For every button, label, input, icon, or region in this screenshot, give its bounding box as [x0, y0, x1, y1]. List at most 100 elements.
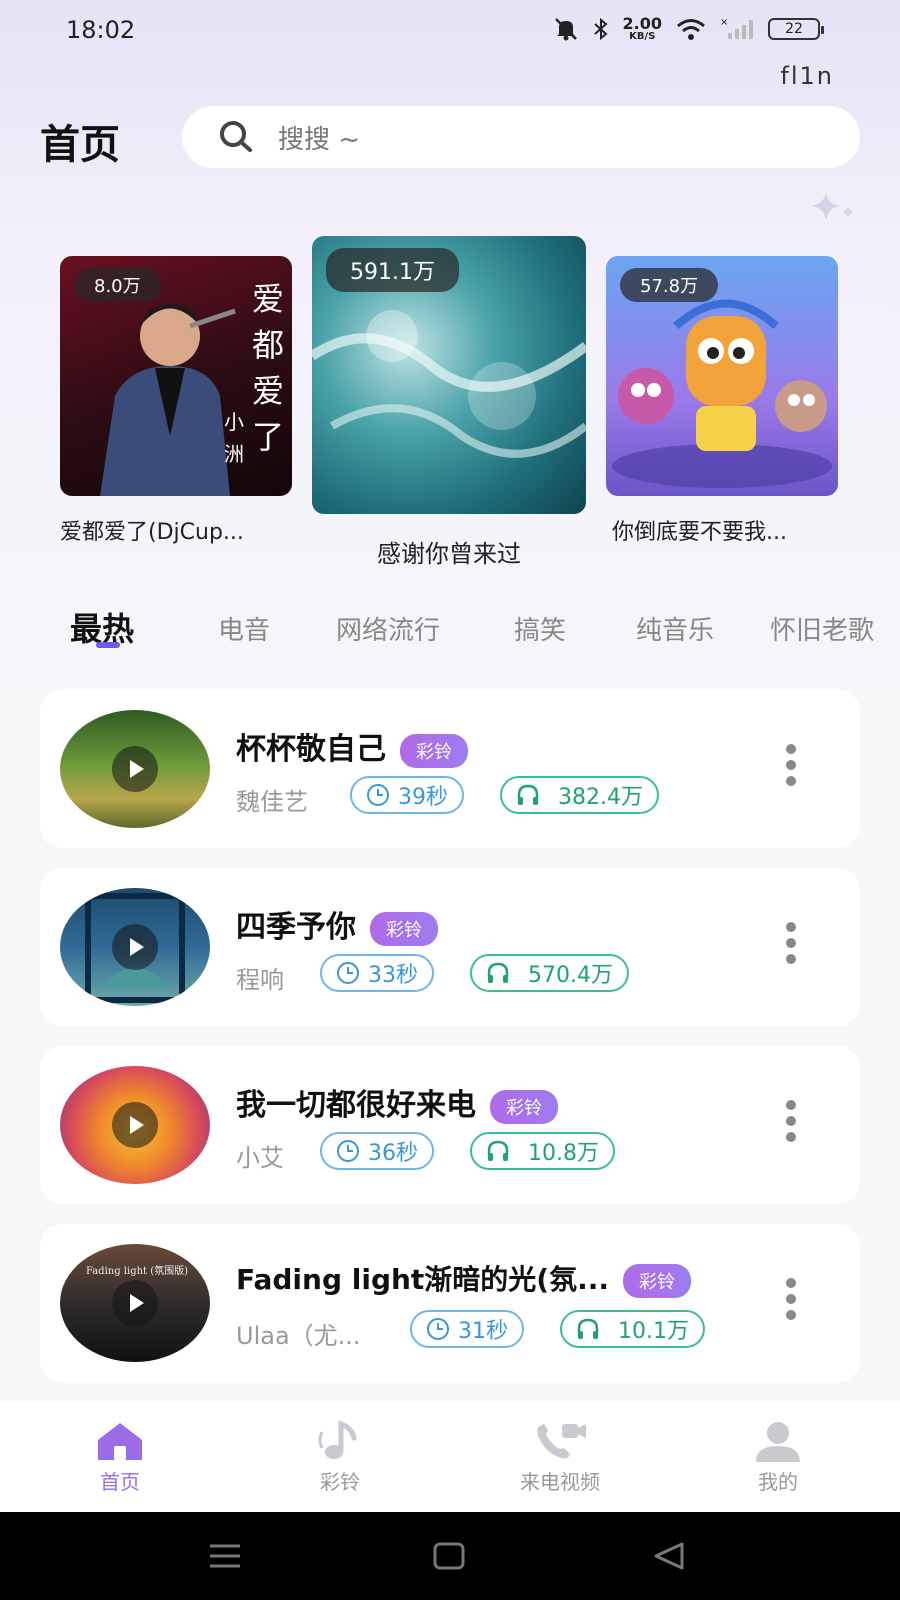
banner-3-title[interactable]: 你倒底要不要我...	[612, 514, 852, 546]
song-3-artist: 小艾	[236, 1144, 284, 1172]
play-icon[interactable]	[112, 746, 158, 792]
battery-indicator: 22	[768, 18, 824, 40]
headphones-icon	[487, 1140, 509, 1161]
tab-funny[interactable]: 搞笑	[514, 610, 566, 647]
nav-home[interactable]: 首页	[60, 1420, 180, 1495]
sparkle-icon[interactable]	[806, 188, 860, 228]
status-time: 18:02	[66, 16, 136, 44]
nav-mine-label: 我的	[758, 1470, 798, 1494]
song-3-title: 我一切都很好来电 彩铃	[236, 1080, 558, 1124]
tab-oldies[interactable]: 怀旧老歌	[770, 610, 874, 647]
tab-electronic[interactable]: 电音	[218, 610, 270, 647]
song-1-cover[interactable]	[60, 710, 210, 828]
banner-2-plays-badge: 591.1万	[326, 248, 459, 292]
song-item-4[interactable]: Fading light (氛围版) Fading light渐暗的光(氛...…	[40, 1224, 860, 1382]
ringtone-tag: 彩铃	[623, 1264, 692, 1298]
ringtone-tag: 彩铃	[400, 733, 468, 768]
category-tabs: 最热 电音 网络流行 搞笑 纯音乐 怀旧老歌	[0, 600, 900, 660]
song-3-title-text: 我一切都很好来电	[236, 1088, 476, 1123]
song-3-plays-text: 10.8万	[528, 1141, 599, 1166]
song-2-plays: 570.4万	[470, 954, 629, 992]
headphones-icon	[577, 1318, 599, 1339]
search-bar[interactable]: 搜搜 ~	[182, 106, 860, 168]
nav-ringtone-label: 彩铃	[320, 1470, 360, 1494]
more-icon[interactable]	[786, 744, 798, 796]
song-3-cover[interactable]	[60, 1066, 210, 1184]
system-nav-bar	[0, 1512, 900, 1600]
banner-card-1[interactable]: 爱都爱了 小洲 8.0万	[60, 256, 292, 496]
svg-text:×: ×	[720, 17, 728, 28]
song-4-duration: 31秒	[410, 1310, 524, 1348]
song-1-artist: 魏佳艺	[236, 788, 308, 816]
ringtone-tag: 彩铃	[490, 1089, 558, 1124]
song-2-title: 四季予你 彩铃	[236, 902, 438, 946]
play-icon[interactable]	[112, 1102, 158, 1148]
song-4-title-text: Fading light渐暗的光(氛...	[236, 1263, 610, 1296]
home-icon	[98, 1423, 142, 1460]
nav-call-video-label: 来电视频	[520, 1470, 600, 1494]
search-placeholder: 搜搜 ~	[278, 124, 361, 155]
clock-icon	[427, 1318, 449, 1340]
nav-mine[interactable]: 我的	[718, 1420, 838, 1495]
bottom-nav: 首页 彩铃 来电视频 我的	[0, 1402, 900, 1512]
song-4-title: Fading light渐暗的光(氛... 彩铃	[236, 1258, 692, 1298]
song-2-artist: 程响	[236, 966, 284, 994]
song-2-cover[interactable]	[60, 888, 210, 1006]
song-item-3[interactable]: 我一切都很好来电 彩铃 小艾 36秒 10.8万	[40, 1046, 860, 1204]
song-item-1[interactable]: 杯杯敬自己 彩铃 魏佳艺 39秒 382.4万	[40, 690, 860, 848]
more-icon[interactable]	[786, 922, 798, 974]
wifi-icon	[677, 19, 705, 40]
home-button-icon[interactable]	[432, 1540, 466, 1572]
song-2-duration: 33秒	[320, 954, 434, 992]
song-2-plays-text: 570.4万	[528, 963, 613, 988]
banner-2-title[interactable]: 感谢你曾来过	[312, 534, 586, 569]
status-bar: 18:02 2.00 KB/S × 22	[0, 0, 900, 64]
song-3-duration: 36秒	[320, 1132, 434, 1170]
song-1-title-text: 杯杯敬自己	[236, 732, 386, 767]
tab-pure-music[interactable]: 纯音乐	[636, 610, 714, 647]
banner-card-3[interactable]: 57.8万	[606, 256, 838, 496]
nav-ringtone[interactable]: 彩铃	[280, 1420, 400, 1495]
tab-active-indicator	[96, 642, 120, 648]
song-4-cover[interactable]: Fading light (氛围版)	[60, 1244, 210, 1362]
song-4-plays-text: 10.1万	[618, 1319, 689, 1344]
page-title: 首页	[40, 122, 120, 168]
headphones-icon	[487, 962, 509, 983]
net-speed-unit: KB/S	[629, 31, 656, 42]
song-4-cover-text: Fading light (氛围版)	[85, 1266, 189, 1277]
clock-icon	[337, 962, 359, 984]
song-2-title-text: 四季予你	[236, 910, 356, 945]
more-icon[interactable]	[786, 1100, 798, 1152]
song-3-duration-text: 36秒	[368, 1141, 418, 1166]
nav-call-video[interactable]: 来电视频	[500, 1420, 620, 1495]
back-icon[interactable]	[652, 1540, 686, 1572]
song-1-duration: 39秒	[350, 776, 464, 814]
song-item-2[interactable]: 四季予你 彩铃 程响 33秒 570.4万	[40, 868, 860, 1026]
mute-bell-icon	[554, 18, 577, 41]
more-icon[interactable]	[786, 1278, 798, 1330]
headphones-icon	[517, 784, 539, 805]
play-icon[interactable]	[112, 1280, 158, 1326]
clock-icon	[337, 1140, 359, 1162]
nav-home-label: 首页	[100, 1470, 140, 1494]
song-4-artist: Ulaa（尤...	[236, 1322, 361, 1350]
song-1-duration-text: 39秒	[398, 785, 448, 810]
signal-icon: ×	[720, 17, 753, 39]
video-call-icon	[537, 1424, 586, 1459]
status-icons: 2.00 KB/S × 22	[553, 16, 824, 42]
corner-label: fl1n	[780, 62, 834, 90]
banner-1-cover-subtext: 小洲	[224, 410, 244, 466]
tab-internet-pop[interactable]: 网络流行	[336, 610, 440, 647]
banner-3-plays-badge: 57.8万	[620, 268, 719, 302]
music-note-icon	[318, 1420, 357, 1459]
net-speed-value: 2.00	[622, 14, 662, 33]
net-speed: 2.00 KB/S	[623, 16, 662, 42]
play-icon[interactable]	[112, 924, 158, 970]
banner-1-title[interactable]: 爱都爱了(DjCup...	[60, 514, 296, 546]
user-icon	[756, 1422, 800, 1462]
song-4-duration-text: 31秒	[458, 1319, 508, 1344]
menu-icon[interactable]	[208, 1540, 242, 1572]
banner-card-2[interactable]: 591.1万	[312, 236, 586, 514]
song-4-plays: 10.1万	[560, 1310, 705, 1348]
banner-1-plays-badge: 8.0万	[74, 268, 161, 302]
